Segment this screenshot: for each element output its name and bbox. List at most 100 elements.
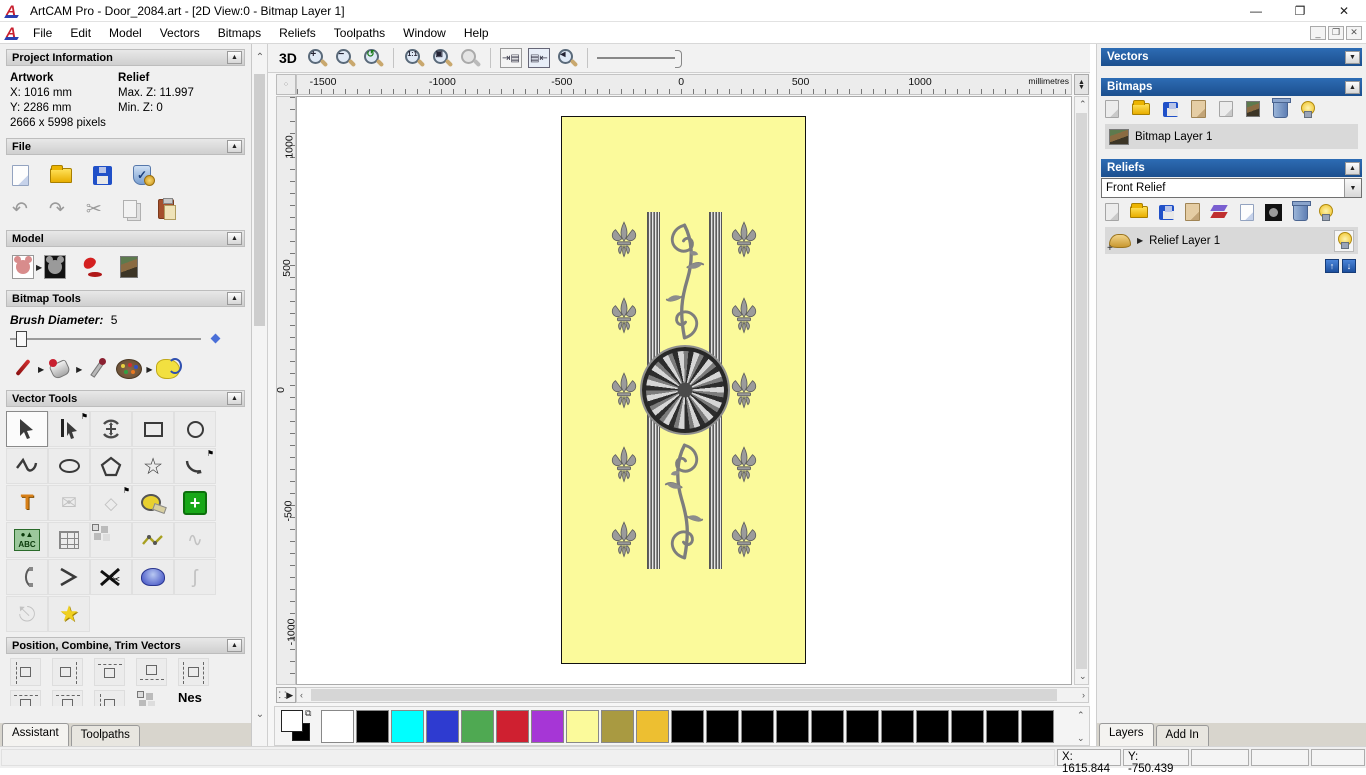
collapse-icon[interactable]: ▲: [1345, 80, 1360, 94]
menu-window[interactable]: Window: [394, 23, 455, 43]
transform-vectors-tool[interactable]: [90, 411, 132, 447]
palette-swatch[interactable]: [391, 710, 424, 743]
delete-relief-layer-icon[interactable]: [1292, 201, 1311, 221]
tab-layers[interactable]: Layers: [1099, 723, 1154, 746]
model-viewport[interactable]: [296, 96, 1072, 685]
scroll-left-icon[interactable]: ‹: [300, 690, 303, 700]
set-model-size-icon[interactable]: [12, 255, 34, 279]
create-circle-tool[interactable]: [174, 411, 216, 447]
scatter-copy-icon[interactable]: [136, 690, 167, 706]
door-artwork[interactable]: [561, 116, 806, 664]
move-layer-down-button[interactable]: ↓: [1342, 259, 1356, 273]
palette-swatch[interactable]: [496, 710, 529, 743]
mdi-close-button[interactable]: ✕: [1346, 25, 1362, 40]
file-section-header[interactable]: File ▲: [6, 138, 245, 155]
collapse-icon[interactable]: ▲: [227, 140, 242, 153]
menu-help[interactable]: Help: [455, 23, 498, 43]
palette-swatch[interactable]: [916, 710, 949, 743]
align-right-icon[interactable]: [52, 658, 83, 686]
palette-swatch[interactable]: [426, 710, 459, 743]
scrollbar-thumb[interactable]: [1076, 113, 1087, 669]
palette-swatch[interactable]: [881, 710, 914, 743]
swap-colours-icon[interactable]: ⧉: [305, 708, 311, 719]
new-relief-layer-icon[interactable]: [1105, 203, 1119, 221]
palette-swatch[interactable]: [951, 710, 984, 743]
trim-vectors-tool[interactable]: ✂: [90, 559, 132, 595]
redo-icon[interactable]: ↷: [49, 200, 65, 219]
greyscale-model-icon[interactable]: [44, 255, 67, 279]
palette-swatch[interactable]: [356, 710, 389, 743]
zoom-1to1-icon[interactable]: 1:1: [403, 47, 425, 69]
menu-model[interactable]: Model: [100, 23, 151, 43]
expand-relief-layer-icon[interactable]: ▶: [1137, 236, 1143, 245]
palette-swatch[interactable]: [741, 710, 774, 743]
palette-swatch[interactable]: [461, 710, 494, 743]
save-relief-layer-icon[interactable]: [1159, 204, 1174, 220]
fit-curve-tool[interactable]: ∿: [174, 522, 216, 558]
toggle-all-reliefs-icon[interactable]: [1319, 203, 1333, 221]
flyout-arrow-icon[interactable]: ▶: [146, 365, 152, 374]
scroll-down-icon[interactable]: ⌄: [1079, 671, 1087, 682]
blank-bitmap-icon[interactable]: [1219, 101, 1233, 117]
collapse-icon[interactable]: ▲: [227, 392, 242, 405]
reliefs-panel-header[interactable]: Reliefs ▲: [1101, 159, 1362, 177]
scroll-right-icon[interactable]: ›: [1082, 690, 1085, 700]
scrollbar-thumb[interactable]: [311, 689, 1057, 701]
scroll-up-icon[interactable]: ⌃: [1079, 99, 1087, 110]
slider-handle[interactable]: [16, 331, 27, 347]
expand-icon[interactable]: ▼: [1345, 50, 1360, 64]
paste-along-curve-tool[interactable]: +: [174, 485, 216, 521]
flyout-arrow-icon[interactable]: ▶: [38, 365, 44, 374]
delete-bitmap-layer-icon[interactable]: [1272, 98, 1291, 118]
texture-paint-icon[interactable]: [156, 358, 183, 379]
save-bitmap-layer-icon[interactable]: [1163, 101, 1178, 117]
scroll-down-icon[interactable]: ⌄: [252, 709, 268, 720]
horizontal-scrollbar[interactable]: ‹ ›: [296, 687, 1089, 703]
brush-diameter-slider[interactable]: [10, 329, 241, 349]
arc-fit-tool[interactable]: [6, 559, 48, 595]
join-with-line-tool[interactable]: [48, 559, 90, 595]
menu-reliefs[interactable]: Reliefs: [270, 23, 325, 43]
relief-layer-row[interactable]: ▶ Relief Layer 1: [1105, 227, 1358, 254]
open-model-icon[interactable]: [50, 164, 72, 183]
block-copy-tool[interactable]: [90, 522, 132, 558]
view-fade-slider[interactable]: [596, 48, 687, 68]
zoom-in-icon[interactable]: +: [306, 47, 328, 69]
merge-relief-layers-icon[interactable]: [1211, 204, 1229, 220]
align-left-icon[interactable]: [10, 658, 41, 686]
maximize-button[interactable]: ❐: [1278, 0, 1322, 22]
dropdown-arrow-icon[interactable]: ▼: [1344, 179, 1361, 197]
vectors-panel-header[interactable]: Vectors ▼: [1101, 48, 1362, 66]
vertical-scrollbar[interactable]: ⌃ ⌄: [1074, 96, 1089, 685]
scroll-up-icon[interactable]: ⌃: [1077, 710, 1085, 721]
palette-swatch[interactable]: [811, 710, 844, 743]
relief-visibility-button[interactable]: [1334, 229, 1354, 252]
bitmap-layer-row[interactable]: Bitmap Layer 1: [1105, 124, 1358, 149]
menu-edit[interactable]: Edit: [61, 23, 100, 43]
pan-view-icon[interactable]: ◂: [556, 47, 578, 69]
relief-visibility-page-icon[interactable]: [1240, 203, 1254, 221]
collapse-icon[interactable]: ▲: [227, 232, 242, 245]
menu-bitmaps[interactable]: Bitmaps: [209, 23, 270, 43]
align-center-icon[interactable]: [10, 690, 41, 706]
text-on-curve-tool[interactable]: ●▲ ABC: [6, 522, 48, 558]
tab-add-in[interactable]: Add In: [1155, 725, 1209, 746]
model-properties-icon[interactable]: ✓: [133, 165, 155, 186]
vector-doctor-tool[interactable]: ★: [48, 596, 90, 632]
switch-3d-view-button[interactable]: 3D: [276, 49, 300, 67]
collapse-icon[interactable]: ▲: [227, 51, 242, 64]
new-bitmap-layer-icon[interactable]: [1105, 100, 1119, 118]
create-ellipse-tool[interactable]: [48, 448, 90, 484]
create-polyline-tool[interactable]: [6, 448, 48, 484]
scroll-down-icon[interactable]: ⌄: [1077, 733, 1085, 744]
previous-view-button[interactable]: ⇥▤: [499, 48, 522, 68]
free-form-tool[interactable]: ʃ: [174, 559, 216, 595]
palette-swatch[interactable]: [846, 710, 879, 743]
model-section-header[interactable]: Model ▲: [6, 230, 245, 247]
measure-tool[interactable]: [132, 485, 174, 521]
open-relief-layer-icon[interactable]: [1130, 203, 1148, 218]
lighting-icon[interactable]: [82, 257, 104, 277]
palette-swatch[interactable]: [636, 710, 669, 743]
texture-bitmap-icon[interactable]: [1191, 100, 1206, 118]
scrollbar-thumb[interactable]: [254, 74, 265, 326]
